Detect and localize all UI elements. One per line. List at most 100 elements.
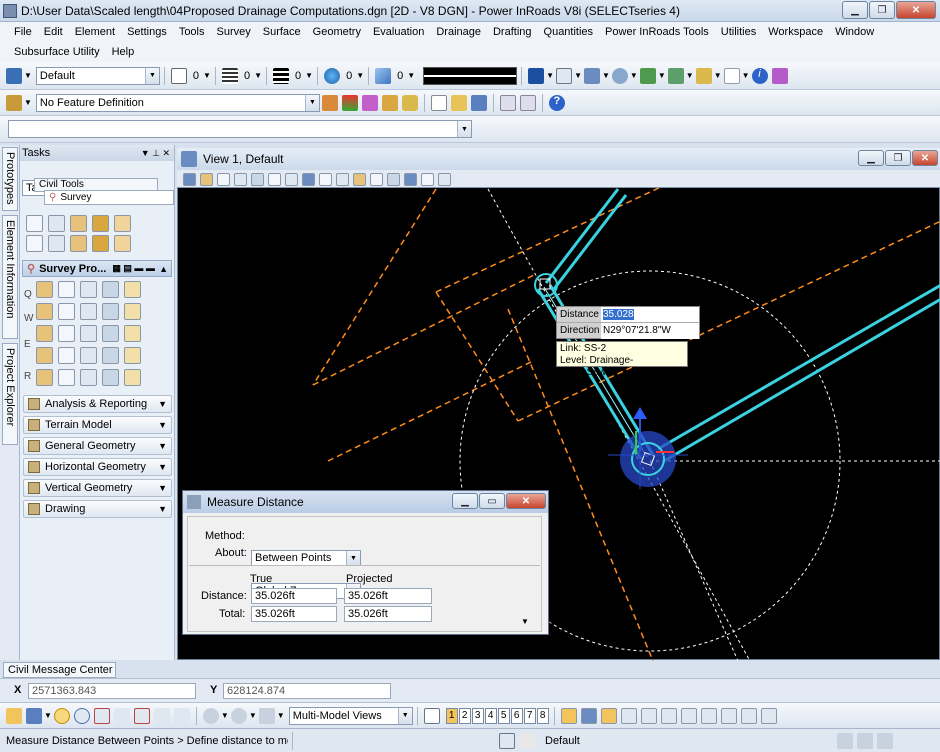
edit-tool-icon[interactable] xyxy=(720,707,737,724)
survey-pro-tool-icon[interactable] xyxy=(124,347,141,364)
view-tool-icon[interactable] xyxy=(251,172,264,186)
menu-geometry[interactable]: Geometry xyxy=(307,26,367,38)
survey-pro-tool-icon[interactable] xyxy=(58,369,75,386)
method-combo[interactable]: Between Points ▼ xyxy=(251,550,361,566)
view-5-button[interactable]: 5 xyxy=(497,707,510,724)
prototypes-tab[interactable]: Prototypes xyxy=(2,147,18,211)
view-tool-icon[interactable] xyxy=(234,172,247,186)
survey-pro-tool-icon[interactable] xyxy=(80,281,97,298)
menu-surface[interactable]: Surface xyxy=(257,26,307,38)
back-icon[interactable] xyxy=(202,707,219,724)
feature-style-icon[interactable] xyxy=(361,94,378,111)
view-tool-icon[interactable] xyxy=(217,172,230,186)
view-mode-icons[interactable]: ▦ ▤ ▬ ▬ xyxy=(112,263,155,274)
task-group-terrain-model[interactable]: Terrain Model ▼ xyxy=(23,416,172,434)
total-true-field[interactable]: 35.026ft xyxy=(251,606,337,622)
survey-pro-tool-icon[interactable] xyxy=(102,325,119,342)
nearest-snap-icon[interactable] xyxy=(93,707,110,724)
view-4-button[interactable]: 4 xyxy=(484,707,497,724)
view-group-icon[interactable] xyxy=(423,707,440,724)
close-button[interactable]: ✕ xyxy=(896,1,936,19)
expand-chevron-icon[interactable]: ▼ xyxy=(158,483,167,493)
keypoint-snap-icon[interactable] xyxy=(113,707,130,724)
expand-dialog-icon[interactable]: ▼ xyxy=(521,617,529,626)
survey-pro-tool-icon[interactable] xyxy=(36,325,53,342)
levels-icon[interactable] xyxy=(639,67,656,84)
survey-pro-tool-icon[interactable] xyxy=(124,303,141,320)
collapse-chevron-icon[interactable]: ▲ xyxy=(159,264,168,274)
survey-pro-tool-icon[interactable] xyxy=(80,347,97,364)
save-icon[interactable] xyxy=(470,94,487,111)
expand-chevron-icon[interactable]: ▼ xyxy=(158,504,167,514)
color-icon[interactable] xyxy=(170,67,187,84)
view-tool-icon[interactable] xyxy=(353,172,366,186)
menu-element[interactable]: Element xyxy=(69,26,121,38)
view-3-button[interactable]: 3 xyxy=(471,707,484,724)
priority-icon[interactable] xyxy=(375,67,392,84)
menu-subsurface-utility[interactable]: Subsurface Utility xyxy=(8,46,106,58)
view-tool-icon[interactable] xyxy=(268,172,281,186)
view-restore-button[interactable]: ❐ xyxy=(885,150,911,166)
task-group-vertical-geometry[interactable]: Vertical Geometry ▼ xyxy=(23,479,172,497)
tasks-pin-icon[interactable]: ▼ ⊥ ✕ xyxy=(141,148,170,159)
survey-pro-tool-icon[interactable] xyxy=(58,347,75,364)
y-coordinate-field[interactable]: 628124.874 xyxy=(223,683,391,699)
menu-edit[interactable]: Edit xyxy=(38,26,69,38)
transparency-icon[interactable] xyxy=(324,67,341,84)
help-icon[interactable]: ? xyxy=(548,94,565,111)
feature-display-icon[interactable] xyxy=(341,94,358,111)
x-coordinate-field[interactable]: 2571363.843 xyxy=(28,683,196,699)
survey-pro-tool-icon[interactable] xyxy=(80,369,97,386)
menu-survey[interactable]: Survey xyxy=(211,26,257,38)
menu-power-inroads-tools[interactable]: Power InRoads Tools xyxy=(599,26,715,38)
feature-definition-combo[interactable]: No Feature Definition ▼ xyxy=(35,93,320,112)
menu-quantities[interactable]: Quantities xyxy=(538,26,600,38)
view-tool-icon[interactable] xyxy=(438,172,451,186)
layers-icon[interactable] xyxy=(667,67,684,84)
survey-pro-tool-icon[interactable] xyxy=(58,325,75,342)
expand-chevron-icon[interactable]: ▼ xyxy=(158,420,167,430)
view-tool-icon[interactable] xyxy=(302,172,315,186)
pencil-icon[interactable] xyxy=(381,94,398,111)
expand-chevron-icon[interactable]: ▼ xyxy=(158,441,167,451)
survey-pro-group[interactable]: ⚲ Survey Pro... ▦ ▤ ▬ ▬ ▲ xyxy=(22,260,172,277)
view-tool-icon[interactable] xyxy=(387,172,400,186)
survey-tool-icon[interactable] xyxy=(48,215,65,232)
status-lock-icon[interactable] xyxy=(519,732,535,749)
status-link-icon[interactable] xyxy=(499,732,515,749)
open-folder-icon[interactable] xyxy=(450,94,467,111)
tooltip-distance-field[interactable]: 35.028 xyxy=(601,307,699,322)
status-gear-icon[interactable] xyxy=(857,732,873,749)
edit-tool-icon[interactable] xyxy=(600,707,617,724)
references-icon[interactable] xyxy=(556,67,573,84)
center-snap-icon[interactable] xyxy=(73,707,90,724)
dialog-minimize-button[interactable]: ▁ xyxy=(452,493,478,509)
menu-tools[interactable]: Tools xyxy=(173,26,211,38)
survey-pro-tool-icon[interactable] xyxy=(124,281,141,298)
new-file-icon[interactable] xyxy=(430,94,447,111)
survey-pro-tool-icon[interactable] xyxy=(124,369,141,386)
line-weight-icon[interactable] xyxy=(273,67,290,84)
edit-tool-icon[interactable] xyxy=(640,707,657,724)
view-tool-icon[interactable] xyxy=(421,172,434,186)
survey-tool-icon[interactable] xyxy=(26,235,43,252)
view-7-button[interactable]: 7 xyxy=(523,707,536,724)
dialog-close-button[interactable]: ✕ xyxy=(506,493,546,509)
element-selection-icon[interactable] xyxy=(6,67,22,84)
view-tool-icon[interactable] xyxy=(370,172,383,186)
distance-true-field[interactable]: 35.026ft xyxy=(251,588,337,604)
pointer-icon[interactable] xyxy=(258,707,275,724)
survey-pro-tool-icon[interactable] xyxy=(102,347,119,364)
survey-pro-tool-icon[interactable] xyxy=(58,303,75,320)
models-icon[interactable] xyxy=(584,67,600,84)
element-information-tab[interactable]: Element Information xyxy=(2,215,18,339)
status-sheet-icon[interactable] xyxy=(837,732,853,749)
menu-drainage[interactable]: Drainage xyxy=(430,26,487,38)
survey-pro-tool-icon[interactable] xyxy=(36,303,53,320)
display-set-icon[interactable] xyxy=(528,67,545,84)
view-tool-icon[interactable] xyxy=(404,172,417,186)
edit-tool-icon[interactable] xyxy=(740,707,757,724)
line-weight-swatch[interactable] xyxy=(423,66,518,85)
expand-chevron-icon[interactable]: ▼ xyxy=(158,462,167,472)
menu-evaluation[interactable]: Evaluation xyxy=(367,26,430,38)
